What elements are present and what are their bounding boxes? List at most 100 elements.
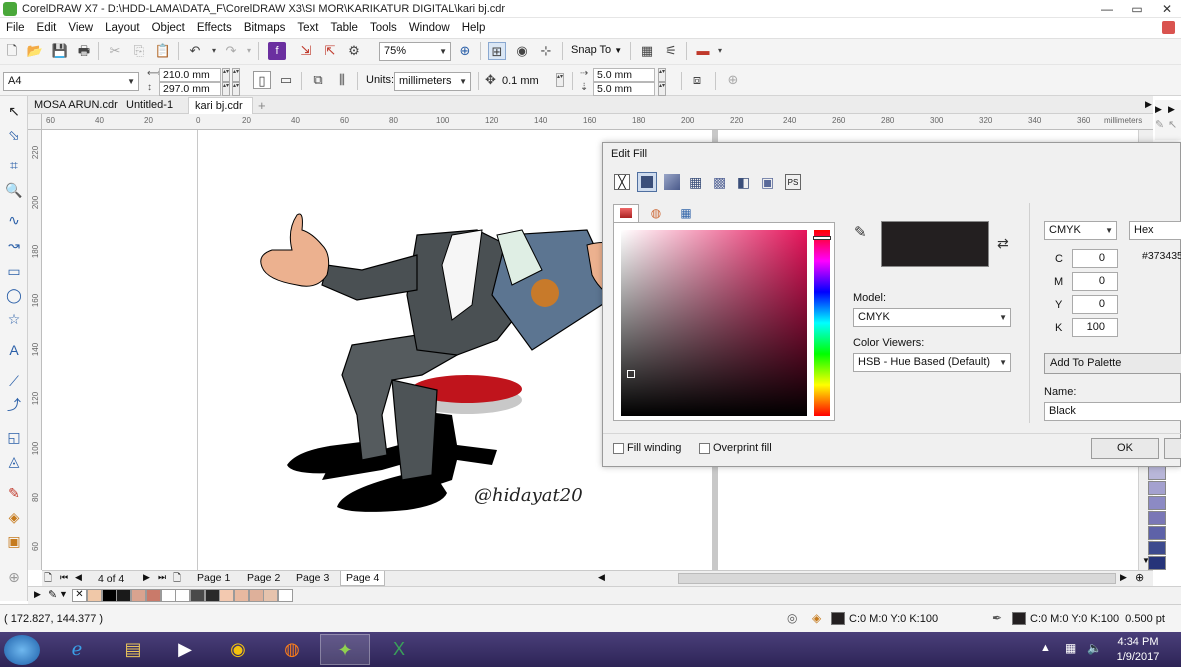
redo-icon[interactable]: ↷: [222, 42, 240, 60]
swap-colors-icon[interactable]: ⇄: [997, 235, 1009, 252]
tab-page-4[interactable]: Page 4: [340, 571, 386, 586]
tray-arrow-icon[interactable]: ▲: [1040, 642, 1051, 654]
show-rulers-icon[interactable]: ⊞: [488, 42, 506, 60]
colorspace-dropdown[interactable]: CMYK ▼: [1044, 221, 1117, 240]
units-combo[interactable]: millimeters ▼: [394, 72, 471, 91]
ellipse-tool-icon[interactable]: ◯: [5, 286, 23, 304]
vertical-ruler[interactable]: 220 200 180 160 140 120 100 80 60: [28, 130, 42, 570]
add-to-palette-button[interactable]: Add To Palette: [1044, 353, 1181, 374]
page-tabs-scroll-icon[interactable]: ◀: [598, 572, 605, 583]
scroll-right-icon[interactable]: ▶: [1120, 572, 1127, 583]
file-explorer-icon[interactable]: ▤: [108, 634, 158, 665]
welcome-screen-icon[interactable]: ▬: [694, 42, 712, 60]
nudge-spinner[interactable]: ▴▾: [556, 73, 564, 87]
fill-winding-checkbox[interactable]: [613, 443, 624, 454]
undo-icon[interactable]: ↶: [186, 42, 204, 60]
shape-tool-icon[interactable]: ⬂: [5, 126, 23, 144]
undo-dropdown-icon[interactable]: ▾: [205, 42, 223, 60]
hue-slider[interactable]: [813, 230, 831, 416]
transparency-icon[interactable]: ◬: [5, 452, 23, 470]
redo-dropdown-icon[interactable]: ▾: [240, 42, 258, 60]
palette-swatch[interactable]: [234, 589, 249, 602]
start-button[interactable]: [4, 635, 40, 665]
menu-edit[interactable]: Edit: [31, 18, 63, 36]
copy-icon[interactable]: ⎘: [130, 42, 148, 60]
tab-kari-bj[interactable]: kari bj.cdr: [188, 97, 253, 114]
bitmap-pattern-icon[interactable]: ▩: [713, 174, 729, 190]
palette-swatch[interactable]: [278, 589, 294, 602]
current-page-icon[interactable]: ⫼: [333, 71, 351, 89]
black-input[interactable]: 100: [1072, 318, 1118, 337]
last-page-icon[interactable]: ⏭: [158, 572, 166, 583]
no-fill-icon[interactable]: ╳: [614, 174, 630, 190]
model-dropdown[interactable]: CMYK ▼: [853, 308, 1011, 327]
duplicate-y-spinner[interactable]: ▴▾: [658, 82, 666, 96]
new-document-icon[interactable]: 🗋: [3, 42, 21, 60]
cyan-input[interactable]: 0: [1072, 249, 1118, 268]
minimize-button[interactable]: —: [1094, 1, 1120, 17]
snap-to-dropdown[interactable]: Snap To ▼: [571, 44, 622, 56]
excel-icon[interactable]: X: [374, 634, 424, 665]
fill-color-icon[interactable]: ◈: [812, 611, 821, 625]
text-tool-icon[interactable]: A: [5, 341, 23, 359]
tab-untitled-1[interactable]: Untitled-1: [120, 97, 179, 114]
hex-value[interactable]: #373435: [1142, 250, 1181, 262]
previous-page-icon[interactable]: ◀: [75, 572, 82, 583]
fountain-fill-icon[interactable]: [664, 174, 680, 190]
close-button[interactable]: ✕: [1154, 1, 1180, 17]
color-picker-marker[interactable]: [627, 370, 635, 378]
search-content-icon[interactable]: f: [268, 42, 286, 60]
tabs-scroll-icon[interactable]: ▶: [1145, 99, 1152, 110]
chrome-icon[interactable]: ◉: [213, 634, 263, 665]
zoom-tool-icon[interactable]: 🔍: [5, 181, 23, 199]
palette-swatch[interactable]: [101, 589, 117, 602]
connector-tool-icon[interactable]: ⤴: [5, 396, 23, 414]
palette-swatch[interactable]: [116, 589, 132, 602]
color-palettes-tab[interactable]: ▦: [673, 205, 699, 222]
menu-object[interactable]: Object: [146, 18, 191, 36]
outline-pen-icon[interactable]: ✒: [992, 611, 1002, 625]
menu-effects[interactable]: Effects: [191, 18, 238, 36]
page-height-spinner[interactable]: ▴▾: [222, 82, 230, 96]
volume-icon[interactable]: 🔈: [1087, 641, 1102, 655]
hue-slider-handle[interactable]: [813, 236, 831, 240]
two-color-pattern-icon[interactable]: ◧: [737, 174, 753, 190]
zoom-navigator-icon[interactable]: ⊕: [1135, 571, 1144, 584]
publish-pdf-icon[interactable]: ⚙: [345, 42, 363, 60]
palette-swatch[interactable]: [248, 589, 264, 602]
palette-swatch[interactable]: [189, 589, 205, 602]
artistic-media-icon[interactable]: ↝: [5, 236, 23, 254]
horizontal-scrollbar[interactable]: ▶ ⊕: [608, 570, 1153, 586]
duplicate-y-input[interactable]: 5.0 mm: [593, 82, 655, 96]
tab-mosa-arun[interactable]: MOSA ARUN.cdr: [28, 97, 124, 114]
next-page-icon[interactable]: ▶: [143, 572, 150, 583]
first-page-icon[interactable]: ⏮: [60, 572, 68, 583]
application-launcher-icon[interactable]: ⚟: [662, 42, 680, 60]
menu-view[interactable]: View: [62, 18, 99, 36]
docker-eyedropper-icon[interactable]: ✎: [1155, 118, 1164, 131]
cut-icon[interactable]: ✂: [106, 42, 124, 60]
menu-layout[interactable]: Layout: [99, 18, 146, 36]
media-player-icon[interactable]: ▶: [160, 634, 210, 665]
cancel-button[interactable]: [1164, 438, 1181, 459]
quick-customize-icon[interactable]: ⊕: [724, 71, 742, 89]
treat-as-filled-icon[interactable]: ⧈: [688, 71, 706, 89]
freehand-tool-icon[interactable]: ∿: [5, 211, 23, 229]
menu-file[interactable]: File: [0, 18, 31, 36]
menu-help[interactable]: Help: [456, 18, 492, 36]
print-icon[interactable]: 🖶: [75, 42, 93, 60]
yellow-input[interactable]: 0: [1072, 295, 1118, 314]
tab-page-2[interactable]: Page 2: [242, 571, 285, 586]
landscape-icon[interactable]: ▭: [277, 71, 295, 89]
crop-tool-icon[interactable]: ⌗: [5, 156, 23, 174]
drop-shadow-icon[interactable]: ◱: [5, 428, 23, 446]
ok-button[interactable]: OK: [1091, 438, 1159, 459]
texture-fill-icon[interactable]: ▣: [761, 174, 777, 190]
all-pages-icon[interactable]: ⧉: [309, 71, 327, 89]
tab-page-1[interactable]: Page 1: [192, 571, 235, 586]
page-height-spinner-2[interactable]: ▴▾: [232, 82, 240, 96]
parallel-dimension-icon[interactable]: ⟋: [5, 372, 23, 390]
palette-swatch[interactable]: [160, 589, 176, 602]
nudge-distance-input[interactable]: 0.1 mm: [502, 75, 539, 87]
palette-swatch[interactable]: [1148, 541, 1166, 555]
